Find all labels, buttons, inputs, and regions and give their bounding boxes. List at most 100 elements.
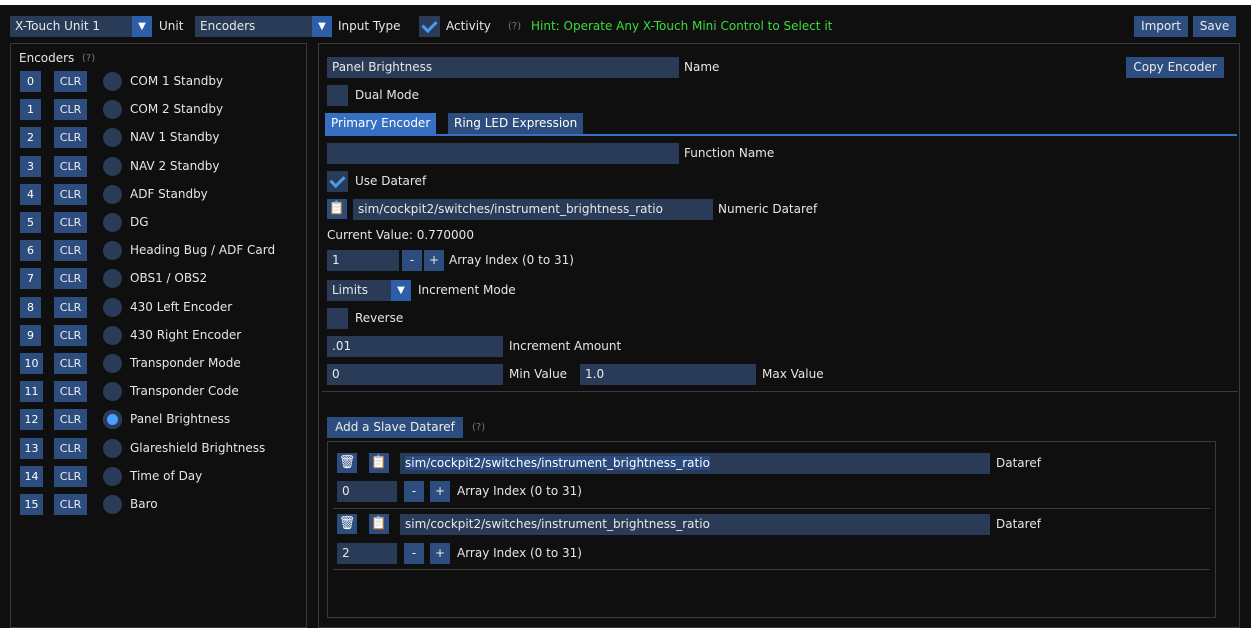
encoder-select-radio[interactable] <box>103 354 122 373</box>
array-index-label: Array Index (0 to 31) <box>449 253 574 267</box>
unit-select-value: X-Touch Unit 1 <box>15 19 100 33</box>
section-divider <box>322 391 1238 392</box>
encoder-name: OBS1 / OBS2 <box>130 271 208 285</box>
encoder-name: Heading Bug / ADF Card <box>130 243 276 257</box>
encoder-select-radio[interactable] <box>103 467 122 486</box>
min-value-input[interactable]: 0 <box>327 364 503 385</box>
min-value-value: 0 <box>332 367 340 381</box>
encoder-clear-button[interactable]: CLR <box>54 494 87 515</box>
copy-encoder-button[interactable]: Copy Encoder <box>1126 57 1224 78</box>
slave-help-icon[interactable]: (?) <box>472 417 485 438</box>
slave-minus-button[interactable]: - <box>404 543 424 564</box>
encoder-name: DG <box>130 215 149 229</box>
encoder-name: Glareshield Brightness <box>130 441 266 455</box>
encoder-select-radio[interactable] <box>103 157 122 176</box>
slave-divider <box>333 508 1210 509</box>
encoders-help-icon[interactable]: (?) <box>82 48 95 69</box>
reverse-label: Reverse <box>355 311 404 325</box>
encoder-clear-button[interactable]: CLR <box>54 268 87 289</box>
encoder-select-radio[interactable] <box>103 495 122 514</box>
input-type-dropdown-arrow-icon[interactable]: ▼ <box>312 16 332 37</box>
trash-icon[interactable]: 🗑 <box>337 453 357 473</box>
slave-minus-button[interactable]: - <box>404 481 424 502</box>
encoder-index: 2 <box>20 127 41 148</box>
activity-checkbox[interactable] <box>419 16 440 37</box>
slave-array-index-input[interactable]: 0 <box>337 481 397 502</box>
hint-text: Hint: Operate Any X-Touch Mini Control t… <box>531 19 833 33</box>
encoder-select-radio[interactable] <box>103 439 122 458</box>
encoder-clear-button[interactable]: CLR <box>54 127 87 148</box>
encoder-index: 4 <box>20 184 41 205</box>
slave-divider <box>333 569 1210 570</box>
slave-array-index-input[interactable]: 2 <box>337 543 397 564</box>
slave-plus-button[interactable]: + <box>430 543 450 564</box>
add-slave-dataref-button[interactable]: Add a Slave Dataref <box>327 417 463 438</box>
encoder-index: 13 <box>20 438 43 459</box>
encoder-select-radio[interactable] <box>103 241 122 260</box>
encoder-select-radio[interactable] <box>103 326 122 345</box>
encoder-select-radio[interactable] <box>103 100 122 119</box>
encoder-select-radio[interactable] <box>103 410 122 429</box>
encoder-select-radio[interactable] <box>103 269 122 288</box>
tab-ring-led-expression[interactable]: Ring LED Expression <box>448 113 584 134</box>
tab-underline <box>325 134 1237 136</box>
encoder-index: 14 <box>20 466 43 487</box>
encoder-index: 5 <box>20 212 41 233</box>
dual-mode-checkbox[interactable] <box>327 85 348 106</box>
max-value-input[interactable]: 1.0 <box>580 364 756 385</box>
encoder-clear-button[interactable]: CLR <box>54 184 87 205</box>
increment-mode-dropdown-arrow-icon[interactable]: ▼ <box>391 280 411 301</box>
tab-primary-encoder[interactable]: Primary Encoder <box>325 113 437 134</box>
trash-icon[interactable]: 🗑 <box>337 514 357 534</box>
slave-plus-button[interactable]: + <box>430 481 450 502</box>
encoder-name: 430 Right Encoder <box>130 328 242 342</box>
encoder-select-radio[interactable] <box>103 298 122 317</box>
max-value-label: Max Value <box>762 367 824 381</box>
encoder-select-radio[interactable] <box>103 72 122 91</box>
slave-dataref-input[interactable]: sim/cockpit2/switches/instrument_brightn… <box>400 453 990 474</box>
activity-label: Activity <box>446 19 491 33</box>
encoder-select-radio[interactable] <box>103 128 122 147</box>
encoder-clear-button[interactable]: CLR <box>54 99 87 120</box>
encoder-index: 7 <box>20 268 41 289</box>
paste-icon[interactable]: 📋 <box>327 199 347 219</box>
slave-dataref-input[interactable]: sim/cockpit2/switches/instrument_brightn… <box>400 514 990 535</box>
paste-icon[interactable]: 📋 <box>369 453 389 473</box>
encoder-clear-button[interactable]: CLR <box>54 409 87 430</box>
encoder-name: NAV 2 Standby <box>130 159 220 173</box>
unit-dropdown-arrow-icon[interactable]: ▼ <box>132 16 152 37</box>
encoder-clear-button[interactable]: CLR <box>54 466 87 487</box>
encoder-index: 3 <box>20 156 41 177</box>
encoder-clear-button[interactable]: CLR <box>54 381 87 402</box>
activity-help-icon[interactable]: (?) <box>508 16 521 37</box>
increment-amount-input[interactable]: .01 <box>327 336 503 357</box>
encoder-clear-button[interactable]: CLR <box>54 325 87 346</box>
import-button[interactable]: Import <box>1134 16 1188 37</box>
encoder-clear-button[interactable]: CLR <box>54 297 87 318</box>
input-type-select[interactable]: Encoders <box>195 16 312 37</box>
numeric-dataref-input[interactable]: sim/cockpit2/switches/instrument_brightn… <box>353 199 713 220</box>
slave-array-index-label: Array Index (0 to 31) <box>457 484 582 498</box>
function-name-input[interactable] <box>327 143 679 164</box>
array-index-plus-button[interactable]: + <box>424 250 444 271</box>
encoder-select-radio[interactable] <box>103 382 122 401</box>
encoder-clear-button[interactable]: CLR <box>54 353 87 374</box>
increment-mode-select[interactable]: Limits <box>327 280 391 301</box>
encoder-clear-button[interactable]: CLR <box>54 240 87 261</box>
unit-select[interactable]: X-Touch Unit 1 <box>10 16 132 37</box>
encoder-clear-button[interactable]: CLR <box>54 71 87 92</box>
paste-icon[interactable]: 📋 <box>369 514 389 534</box>
increment-amount-label: Increment Amount <box>509 339 622 353</box>
encoder-clear-button[interactable]: CLR <box>54 156 87 177</box>
name-input[interactable]: Panel Brightness <box>327 57 679 78</box>
reverse-checkbox[interactable] <box>327 308 348 329</box>
use-dataref-checkbox[interactable] <box>327 171 348 192</box>
array-index-input[interactable]: 1 <box>327 250 399 271</box>
encoder-select-radio[interactable] <box>103 213 122 232</box>
encoder-clear-button[interactable]: CLR <box>54 438 87 459</box>
encoder-select-radio[interactable] <box>103 185 122 204</box>
encoder-clear-button[interactable]: CLR <box>54 212 87 233</box>
array-index-minus-button[interactable]: - <box>402 250 422 271</box>
save-button[interactable]: Save <box>1193 16 1236 37</box>
app-window: X-Touch Unit 1 ▼ Unit Encoders ▼ Input T… <box>0 5 1251 628</box>
